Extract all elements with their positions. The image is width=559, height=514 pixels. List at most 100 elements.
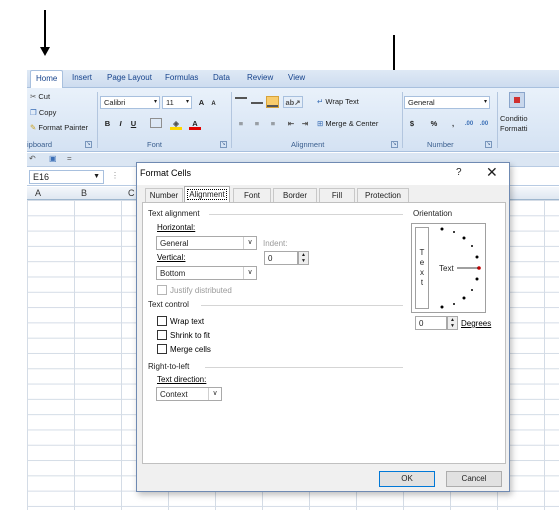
ribbon-tab-bar: Home Insert Page Layout Formulas Data Re…: [27, 70, 559, 89]
merge-center-button[interactable]: ⊞ Merge & Center: [317, 119, 378, 128]
shrink-font-button[interactable]: A: [208, 98, 219, 110]
column-header-a[interactable]: A: [35, 188, 41, 198]
ok-button[interactable]: OK: [379, 471, 435, 487]
close-button[interactable]: ✕: [486, 165, 498, 179]
conditional-formatting-label-2[interactable]: Formatti: [500, 124, 528, 133]
tab-review[interactable]: Review: [247, 73, 273, 82]
clipboard-group-label: ipboard: [27, 140, 53, 149]
annotation-arrowhead-home: [40, 47, 50, 56]
text-control-heading: Text control: [148, 300, 189, 309]
format-painter-button[interactable]: ✎ Format Painter: [30, 123, 88, 132]
conditional-formatting-label[interactable]: Conditio: [500, 114, 528, 123]
vertical-text-x: x: [420, 268, 424, 277]
name-box[interactable]: E16 ▼: [29, 170, 104, 184]
paintbrush-icon: ✎: [30, 123, 37, 132]
horizontal-label: Horizontal:: [157, 223, 196, 232]
align-top-icon[interactable]: [235, 97, 247, 109]
comma-button[interactable]: ,: [449, 118, 457, 130]
alignment-group-label: Alignment: [291, 140, 325, 149]
cancel-button[interactable]: Cancel: [446, 471, 502, 487]
tab-home[interactable]: Home: [30, 70, 64, 89]
tab-protection[interactable]: Protection: [357, 188, 409, 202]
text-direction-value: Context: [160, 390, 188, 399]
number-format-dropdown[interactable]: General ▾: [404, 96, 490, 109]
font-size-dropdown[interactable]: 11 ▾: [162, 96, 192, 109]
dialog-title-bar: Format Cells ? ✕: [137, 163, 509, 185]
text-direction-dropdown[interactable]: Context ∨: [156, 387, 222, 401]
shrink-to-fit-checkbox[interactable]: [157, 330, 167, 340]
tab-fill[interactable]: Fill: [319, 188, 355, 202]
justify-distributed-checkbox[interactable]: [157, 285, 167, 295]
alignment-panel: Text alignment Horizontal: General ∨ Ind…: [142, 202, 506, 464]
bold-button[interactable]: B: [102, 118, 113, 130]
indent-input[interactable]: 0: [264, 251, 298, 265]
font-color-icon[interactable]: A: [189, 118, 201, 130]
vertical-dropdown[interactable]: Bottom ∨: [156, 266, 257, 280]
vertical-text-button[interactable]: T e x t: [415, 227, 429, 309]
italic-button[interactable]: I: [115, 118, 126, 130]
degrees-spinner[interactable]: ▲ ▼: [447, 316, 458, 330]
undo-icon[interactable]: ↶: [29, 154, 36, 163]
cut-button[interactable]: ✂ Cut: [30, 92, 50, 101]
font-group-label: Font: [147, 140, 163, 149]
number-group-label: Number: [427, 140, 454, 149]
number-dialog-launcher[interactable]: ↘: [485, 141, 492, 148]
chevron-down-icon: ∨: [243, 237, 256, 249]
decimal-decrease-button[interactable]: .00: [477, 118, 491, 130]
align-right-icon[interactable]: ≡: [267, 118, 279, 130]
font-name-dropdown[interactable]: Calibri ▾: [100, 96, 160, 109]
vertical-label: Vertical:: [157, 253, 186, 262]
orientation-heading: Orientation: [413, 209, 453, 218]
font-dialog-launcher[interactable]: ↘: [220, 141, 227, 148]
tab-formulas[interactable]: Formulas: [165, 73, 198, 82]
wrap-text-label: Wrap Text: [325, 97, 359, 106]
align-middle-icon[interactable]: [251, 97, 263, 109]
orientation-icon[interactable]: ab↗: [283, 96, 303, 108]
decimal-button[interactable]: .00: [462, 118, 476, 130]
align-bottom-icon[interactable]: [266, 96, 279, 108]
tab-view[interactable]: View: [288, 73, 305, 82]
align-center-icon[interactable]: ≡: [251, 118, 263, 130]
merge-cells-label: Merge cells: [170, 345, 211, 354]
wrap-text-button[interactable]: ↵ Wrap Text: [317, 97, 359, 106]
indent-spinner[interactable]: ▲ ▼: [298, 251, 309, 265]
tab-alignment[interactable]: Alignment: [184, 186, 230, 203]
vertical-value: Bottom: [160, 269, 186, 278]
horizontal-dropdown[interactable]: General ∨: [156, 236, 257, 250]
fill-color-icon[interactable]: ◈: [170, 118, 182, 130]
font-name-value: Calibri: [104, 98, 126, 107]
help-button[interactable]: ?: [456, 167, 462, 178]
currency-button[interactable]: $: [407, 118, 417, 130]
degrees-label: Degrees: [461, 319, 492, 328]
grow-font-button[interactable]: A: [196, 97, 207, 109]
tab-data[interactable]: Data: [213, 73, 230, 82]
wrap-text-checkbox[interactable]: [157, 316, 167, 326]
vertical-text-e: e: [419, 258, 425, 267]
percent-button[interactable]: %: [429, 118, 439, 130]
underline-button[interactable]: U: [128, 118, 139, 130]
clipboard-dialog-launcher[interactable]: ↘: [85, 141, 92, 148]
increase-indent-icon[interactable]: ⇥: [299, 118, 311, 130]
orientation-control[interactable]: T e x t Text: [411, 223, 486, 313]
horizontal-value: General: [160, 239, 189, 248]
copy-button[interactable]: ❐ Copy: [30, 108, 56, 117]
vertical-text-t2: t: [420, 278, 424, 287]
alignment-dialog-launcher[interactable]: ↘: [391, 141, 398, 148]
conditional-formatting-icon[interactable]: [509, 92, 525, 108]
borders-icon[interactable]: [150, 118, 162, 128]
customize-toolbar-icon[interactable]: =: [67, 154, 72, 163]
group-separator: [402, 92, 403, 148]
merge-cells-checkbox[interactable]: [157, 344, 167, 354]
column-header-c[interactable]: C: [128, 188, 135, 198]
align-left-icon[interactable]: ≡: [235, 118, 247, 130]
tab-insert[interactable]: Insert: [72, 73, 92, 82]
degrees-input[interactable]: 0: [415, 316, 447, 330]
tab-alignment-label: Alignment: [187, 189, 227, 200]
tab-font[interactable]: Font: [233, 188, 271, 202]
print-preview-icon[interactable]: ▣: [49, 154, 57, 163]
tab-page-layout[interactable]: Page Layout: [107, 73, 152, 82]
tab-border[interactable]: Border: [273, 188, 317, 202]
column-header-b[interactable]: B: [81, 188, 87, 198]
decrease-indent-icon[interactable]: ⇤: [285, 118, 297, 130]
tab-number[interactable]: Number: [145, 188, 183, 202]
